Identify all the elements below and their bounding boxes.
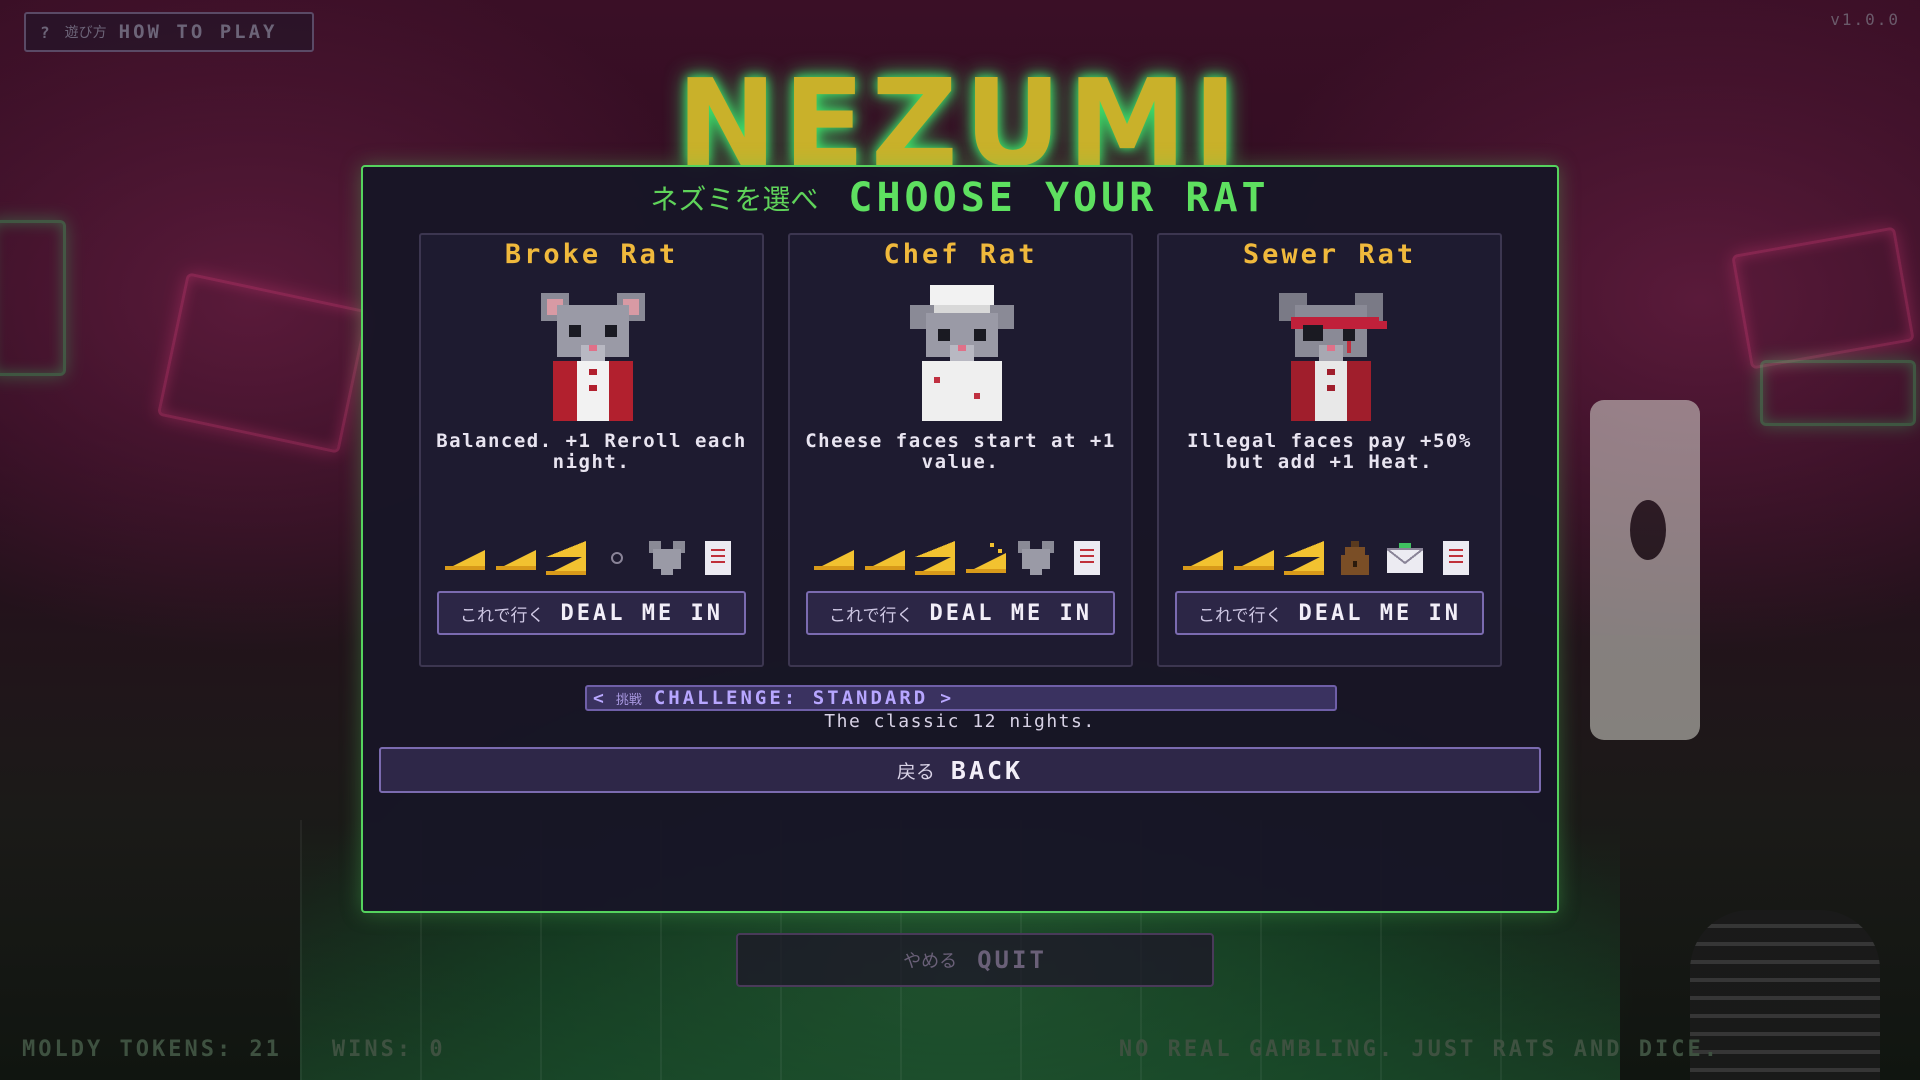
rat-name: Chef Rat: [883, 239, 1038, 270]
challenge-selector[interactable]: < 挑戦 CHALLENGE: STANDARD >: [585, 685, 1337, 711]
starting-inventory: [812, 535, 1109, 581]
version-label: v1.0.0: [1830, 10, 1900, 29]
deal-label: DEAL ME IN: [1298, 600, 1461, 626]
challenge-description: The classic 12 nights.: [824, 711, 1096, 732]
giant-die: [1590, 400, 1700, 740]
wins-count: WINS: 0: [331, 1037, 446, 1062]
cheese-icon: [812, 536, 856, 580]
receipt-icon: [696, 536, 740, 580]
cheese-icon: [443, 536, 487, 580]
deal-label: DEAL ME IN: [560, 600, 723, 626]
starting-inventory: [443, 535, 740, 581]
cheese-stack-icon: [913, 536, 957, 580]
how-to-play-label: HOW TO PLAY: [118, 21, 278, 43]
chef-rat-portrait: [910, 285, 1014, 421]
broke-rat-portrait: [541, 293, 645, 421]
help-icon: ?: [40, 22, 53, 42]
cheese-icon: [1181, 536, 1225, 580]
player-stats: MOLDY TOKENS: 21 WINS: 0: [22, 1037, 446, 1062]
how-to-play-jp: 遊び方: [64, 25, 107, 41]
rat-card-broke: Broke Rat Balanced. +1 Reroll each night…: [419, 233, 764, 667]
cheese-stack-icon: [1282, 536, 1326, 580]
deal-jp-label: これで行く: [829, 605, 914, 626]
dialog-title: ネズミを選べ CHOOSE YOUR RAT: [363, 173, 1557, 223]
quit-button[interactable]: やめる QUIT: [736, 933, 1214, 987]
deal-me-in-button[interactable]: これで行く DEAL ME IN: [1175, 591, 1484, 635]
rat-card-sewer: Sewer Rat Illegal faces pay +50% but add…: [1157, 233, 1502, 667]
sewer-rat-portrait: [1279, 293, 1387, 421]
back-button[interactable]: 戻る BACK: [379, 747, 1541, 793]
rat-name: Sewer Rat: [1242, 239, 1417, 270]
starting-inventory: [1181, 535, 1478, 581]
empty-slot-icon: [595, 536, 639, 580]
deal-jp-label: これで行く: [460, 605, 545, 626]
neon-sign-left: [156, 272, 370, 454]
challenge-label: CHALLENGE: STANDARD: [653, 687, 929, 709]
sparkle-cheese-icon: [964, 536, 1008, 580]
dialog-title-jp: ネズミを選べ: [650, 183, 819, 216]
rat-description: Illegal faces pay +50% but add +1 Heat.: [1187, 430, 1472, 473]
back-label: BACK: [950, 755, 1024, 785]
deal-label: DEAL ME IN: [929, 600, 1092, 626]
dialog-title-label: CHOOSE YOUR RAT: [848, 175, 1270, 221]
game-logo: NEZUMI: [676, 55, 1244, 194]
chevron-right-icon[interactable]: >: [940, 688, 951, 709]
chevron-left-icon[interactable]: <: [593, 688, 604, 709]
cheese-icon: [494, 536, 538, 580]
rat-head-icon: [1014, 536, 1058, 580]
envelope-icon: [1383, 536, 1427, 580]
money-bag-icon: [1333, 536, 1377, 580]
rat-head-icon: [645, 536, 689, 580]
neon-sign-green-right: [1760, 360, 1916, 426]
choose-rat-dialog: ネズミを選べ CHOOSE YOUR RAT Broke Rat Balance…: [361, 165, 1559, 913]
deal-me-in-button[interactable]: これで行く DEAL ME IN: [806, 591, 1115, 635]
challenge-jp-label: 挑戦: [615, 692, 642, 708]
moldy-tokens-count: MOLDY TOKENS: 21: [22, 1037, 282, 1062]
neon-sign-green-left: [0, 220, 66, 376]
rat-name: Broke Rat: [504, 239, 679, 270]
disclaimer: NO REAL GAMBLING. JUST RATS AND DICE.: [1118, 1037, 1720, 1062]
cheese-icon: [863, 536, 907, 580]
back-jp-label: 戻る: [896, 760, 935, 783]
rat-card-chef: Chef Rat Cheese faces start at +1 value.: [788, 233, 1133, 667]
cheese-stack-icon: [544, 536, 588, 580]
rat-card-list: Broke Rat Balanced. +1 Reroll each night…: [419, 233, 1502, 667]
deal-jp-label: これで行く: [1198, 605, 1283, 626]
rat-description: Cheese faces start at +1 value.: [805, 430, 1116, 473]
receipt-icon: [1434, 536, 1478, 580]
neon-sign-right: [1731, 226, 1915, 370]
rat-description: Balanced. +1 Reroll each night.: [436, 430, 747, 473]
receipt-icon: [1065, 536, 1109, 580]
quit-jp-label: やめる: [903, 951, 958, 972]
deal-me-in-button[interactable]: これで行く DEAL ME IN: [437, 591, 746, 635]
quit-label: QUIT: [977, 946, 1047, 974]
how-to-play-button[interactable]: ? 遊び方 HOW TO PLAY: [24, 12, 314, 52]
cheese-icon: [1232, 536, 1276, 580]
